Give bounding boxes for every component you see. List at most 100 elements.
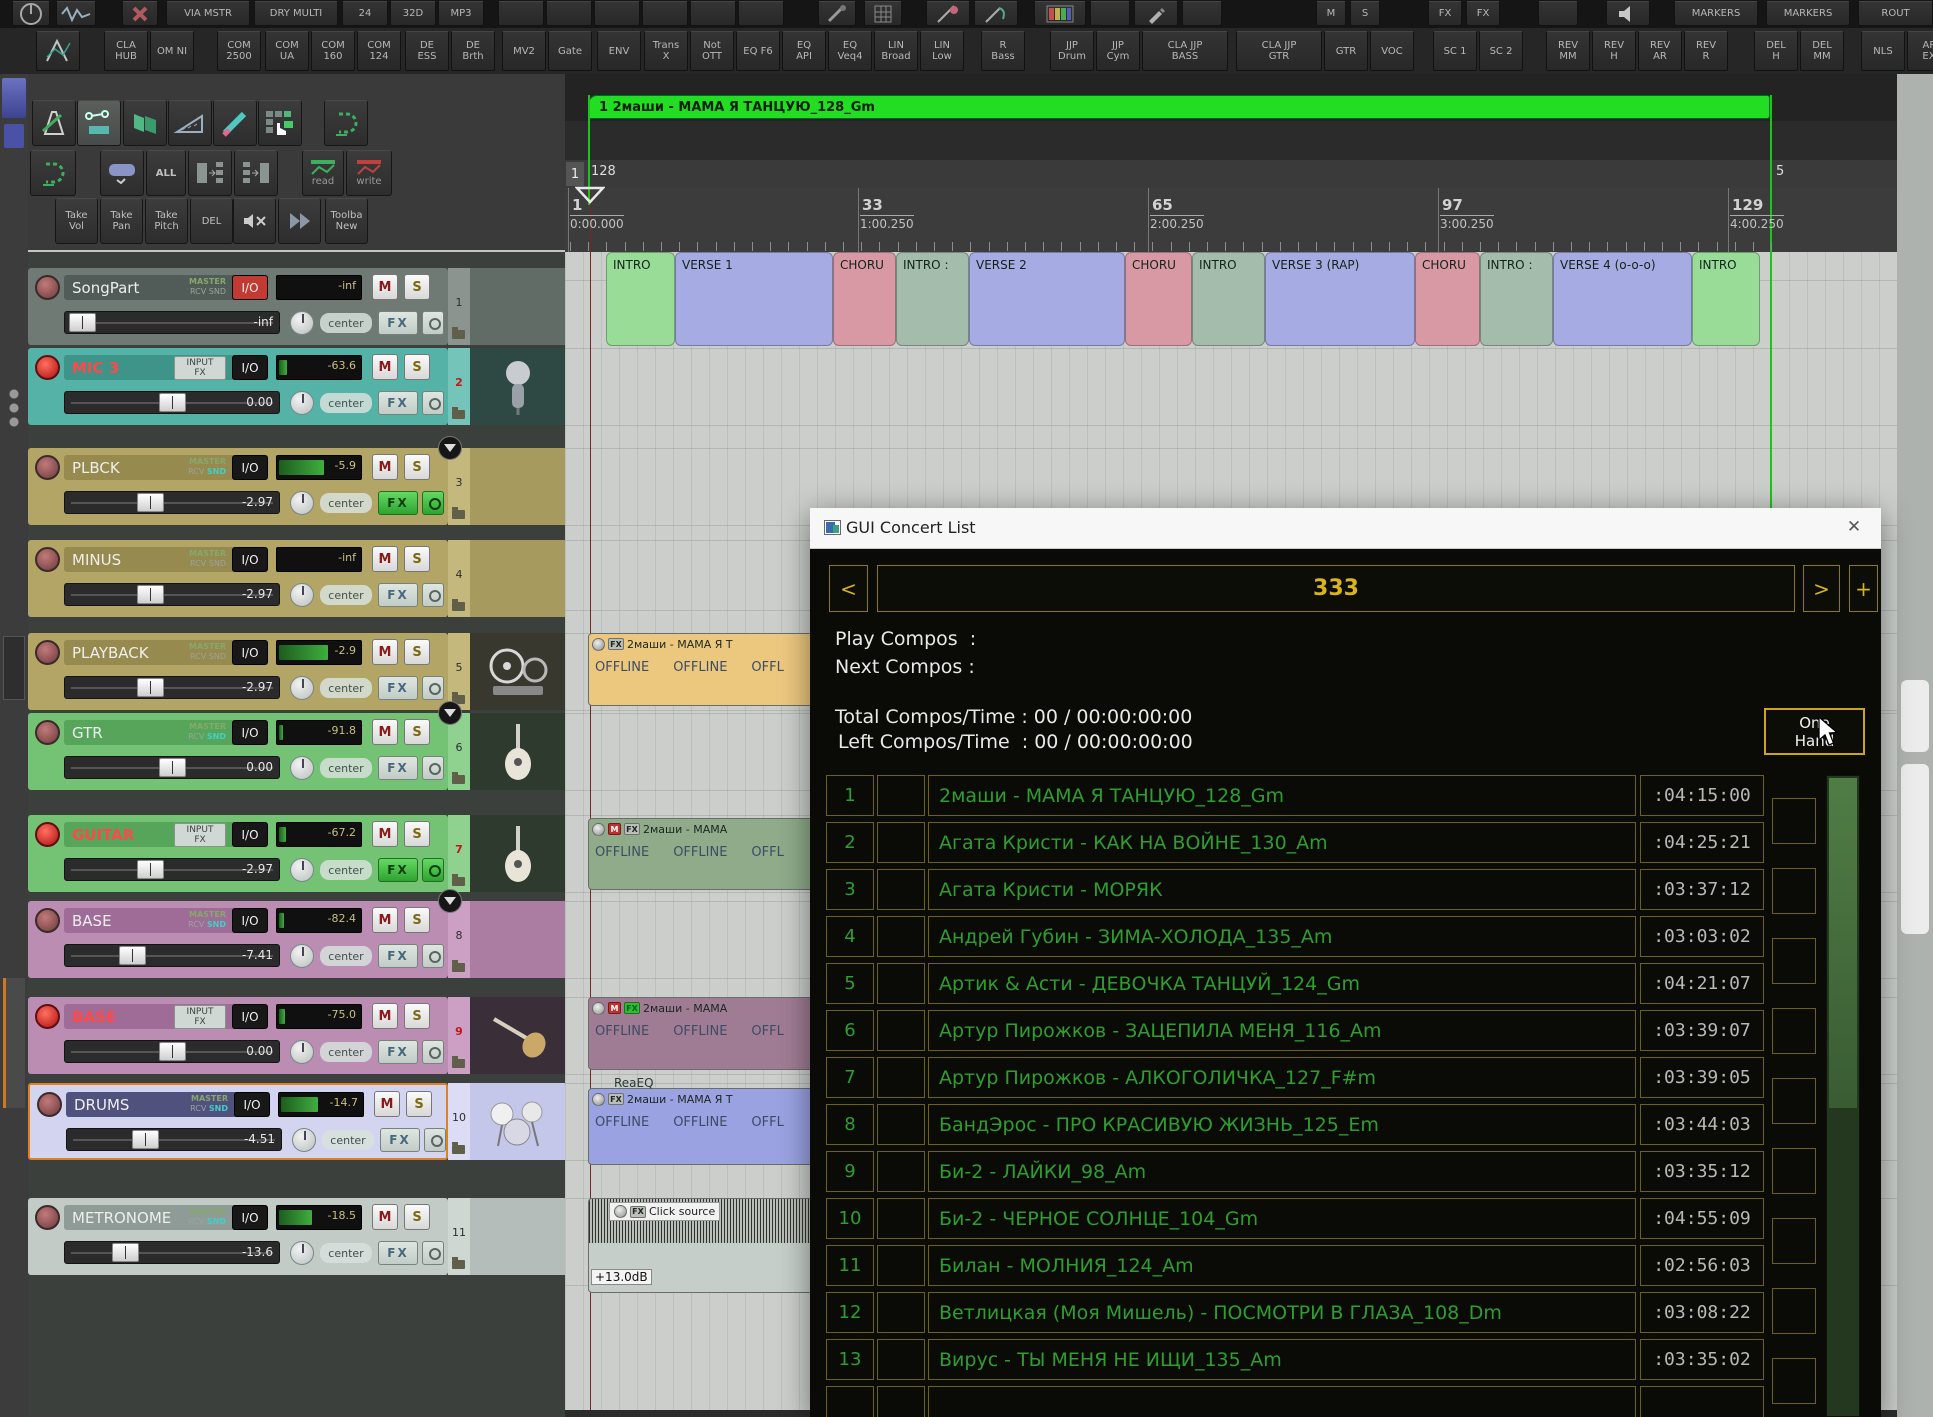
volume-fader[interactable]: 0.00	[64, 756, 280, 779]
media-items-icon[interactable]	[123, 100, 167, 146]
song-number-cell[interactable]: 9	[826, 1151, 874, 1192]
prev-song-button[interactable]: <	[829, 565, 868, 612]
take-vol-button[interactable]: Take Vol	[55, 198, 98, 244]
item-mute-badge[interactable]: M	[608, 1002, 621, 1014]
fader-thumb[interactable]	[137, 678, 164, 697]
fader-thumb[interactable]	[159, 758, 186, 777]
song-title-cell[interactable]: Би-2 - ЛАЙКИ_98_Am	[928, 1151, 1636, 1192]
metronome-toggle-icon[interactable]	[32, 100, 76, 146]
waveform-display-icon[interactable]	[56, 1, 96, 26]
fx-preset-button[interactable]: MV2	[502, 31, 546, 71]
mute-button[interactable]: M	[374, 1091, 400, 1117]
song-number-cell[interactable]: 13	[826, 1339, 874, 1380]
mute-button[interactable]: M	[372, 1003, 398, 1029]
fx-chain-button[interactable]: FX	[378, 491, 418, 515]
pan-knob[interactable]	[290, 391, 314, 415]
left-dock-blue-tab[interactable]	[4, 124, 24, 148]
fader-thumb[interactable]	[137, 860, 164, 879]
song-title-cell[interactable]: Артик & Асти - ДЕВОЧКА ТАНЦУЙ_124_Gm	[928, 963, 1636, 1004]
toolbar-button[interactable]	[738, 1, 784, 26]
list-expand-icon[interactable]	[188, 150, 232, 196]
track-panel[interactable]: GUITARINPUT FXI/O-67.2MS-2.97centerFX	[28, 815, 448, 892]
take-pitch-button[interactable]: Take Pitch	[145, 198, 188, 244]
loop-tool-icon[interactable]	[324, 100, 368, 146]
region-item[interactable]: INTRO	[1692, 252, 1760, 346]
fx-preset-button[interactable]: DE Brth	[451, 31, 495, 71]
region-item[interactable]: CHORU	[833, 252, 896, 346]
envelope-tool-icon[interactable]	[77, 100, 121, 146]
volume-fader[interactable]: 0.00	[64, 391, 280, 414]
volume-fader[interactable]: 0.00	[64, 1040, 280, 1063]
folder-collapse-button[interactable]	[438, 436, 462, 460]
song-title-cell[interactable]: 2маши - МАМА Я ТАНЦУЮ_128_Gm	[928, 775, 1636, 816]
song-select-cell[interactable]	[877, 1386, 925, 1417]
pan-knob[interactable]	[290, 1040, 314, 1064]
pencil-icon[interactable]	[1134, 1, 1178, 26]
marker-number-box[interactable]: 1	[566, 162, 584, 186]
mute-button[interactable]: M	[372, 719, 398, 745]
fx-chain-button[interactable]: FX	[378, 1040, 418, 1064]
fx-preset-button[interactable]: REV MM	[1546, 31, 1590, 71]
fx-preset-button[interactable]: GTR	[1324, 31, 1368, 71]
record-arm-button[interactable]	[35, 275, 60, 300]
fader-thumb[interactable]	[132, 1130, 159, 1149]
fx-chain-button[interactable]: FX	[380, 1128, 420, 1152]
markers-button[interactable]: MARKERS	[1674, 1, 1758, 26]
volume-fader[interactable]: -2.97	[64, 858, 280, 881]
toolbar-button[interactable]	[1090, 1, 1130, 26]
dialog-titlebar[interactable]: GUI Concert List ✕	[810, 508, 1881, 549]
scrollbar-thumb[interactable]	[1901, 764, 1929, 934]
region-item[interactable]: VERSE 4 (o-o-o)	[1553, 252, 1692, 346]
track-number-cell[interactable]: 1	[448, 268, 470, 345]
fx-preset-button[interactable]: OM NI	[150, 31, 194, 71]
fx-preset-button[interactable]: LIN Broad	[874, 31, 918, 71]
fx-preset-button[interactable]: R Bass	[981, 31, 1025, 71]
region-item[interactable]: INTRO	[1192, 252, 1265, 346]
fx-preset-button[interactable]: EQ F6	[736, 31, 780, 71]
fx-preset-button[interactable]: SC 2	[1479, 31, 1523, 71]
song-number-cell[interactable]: 7	[826, 1057, 874, 1098]
track-panel[interactable]: BASEMASTERRCV SNDI/O-82.4MS-7.41centerFX	[28, 901, 448, 978]
item-mute-badge[interactable]: M	[608, 823, 621, 835]
song-title-cell[interactable]: Андрей Губин - ЗИМА-ХОЛОДА_135_Am	[928, 916, 1636, 957]
toolbar-button[interactable]	[594, 1, 640, 26]
close-icon[interactable]: ✕	[1841, 517, 1867, 537]
solo-button[interactable]: S	[404, 354, 430, 380]
fx-chain-button[interactable]: FX	[378, 756, 418, 780]
ramp-tool-icon[interactable]	[168, 100, 212, 146]
record-arm-button[interactable]	[35, 355, 60, 380]
track-panel[interactable]: MIC 3INPUT FXI/O-63.6MS0.00centerFX	[28, 348, 448, 425]
song-title-cell[interactable]: Агата Кристи - КАК НА ВОЙНЕ_130_Am	[928, 822, 1636, 863]
track-panel[interactable]: METRONOMEMASTERRCV SNDI/O-18.5MS-13.6cen…	[28, 1198, 448, 1275]
res-24-button[interactable]: 24	[342, 1, 388, 26]
solo-button[interactable]: S	[404, 719, 430, 745]
song-select-cell[interactable]	[877, 1104, 925, 1145]
song-title-cell[interactable]: Билан - МОЛНИЯ_124_Am	[928, 1245, 1636, 1286]
input-fx-button[interactable]: INPUT FX	[174, 356, 226, 380]
io-button[interactable]: I/O	[232, 720, 268, 745]
mute-button[interactable]: M	[372, 907, 398, 933]
fx-preset-button[interactable]: COM 160	[311, 31, 355, 71]
io-button[interactable]: I/O	[232, 455, 268, 480]
toolbar-new-button[interactable]: Toolba New	[325, 198, 368, 244]
solo-button[interactable]: S	[404, 1003, 430, 1029]
fader-thumb[interactable]	[137, 585, 164, 604]
pan-knob[interactable]	[290, 858, 314, 882]
fx-preset-button[interactable]: COM 124	[357, 31, 401, 71]
fx-bypass-button[interactable]	[422, 858, 444, 882]
route-label[interactable]: MASTERRCV SND	[170, 642, 226, 662]
route-label[interactable]: MASTERRCV SND	[170, 549, 226, 569]
song-title-cell[interactable]: Ветлицкая (Моя Мишель) - ПОСМОТРИ В ГЛАЗ…	[928, 1292, 1636, 1333]
toolbar-button[interactable]	[1182, 1, 1222, 26]
region-item[interactable]: VERSE 3 (RAP)	[1265, 252, 1415, 346]
fx-chain-button[interactable]: FX	[378, 391, 418, 415]
song-select-cell[interactable]	[877, 1057, 925, 1098]
mute-button[interactable]: M	[372, 354, 398, 380]
io-button[interactable]: I/O	[232, 822, 268, 847]
track-panel[interactable]: SongPartMASTERRCV SNDI/O-infMS-infcenter…	[28, 268, 448, 345]
song-title-cell[interactable]: Артур Пирожков - АЛКОГОЛИЧКА_127_F#m	[928, 1057, 1636, 1098]
song-title-cell[interactable]: Би-2 - ЧЕРНОЕ СОЛНЦЕ_104_Gm	[928, 1198, 1636, 1239]
fx-preset-button[interactable]: REV R	[1684, 31, 1728, 71]
io-button[interactable]: I/O	[232, 1205, 268, 1230]
fx-bypass-button[interactable]	[422, 676, 444, 700]
